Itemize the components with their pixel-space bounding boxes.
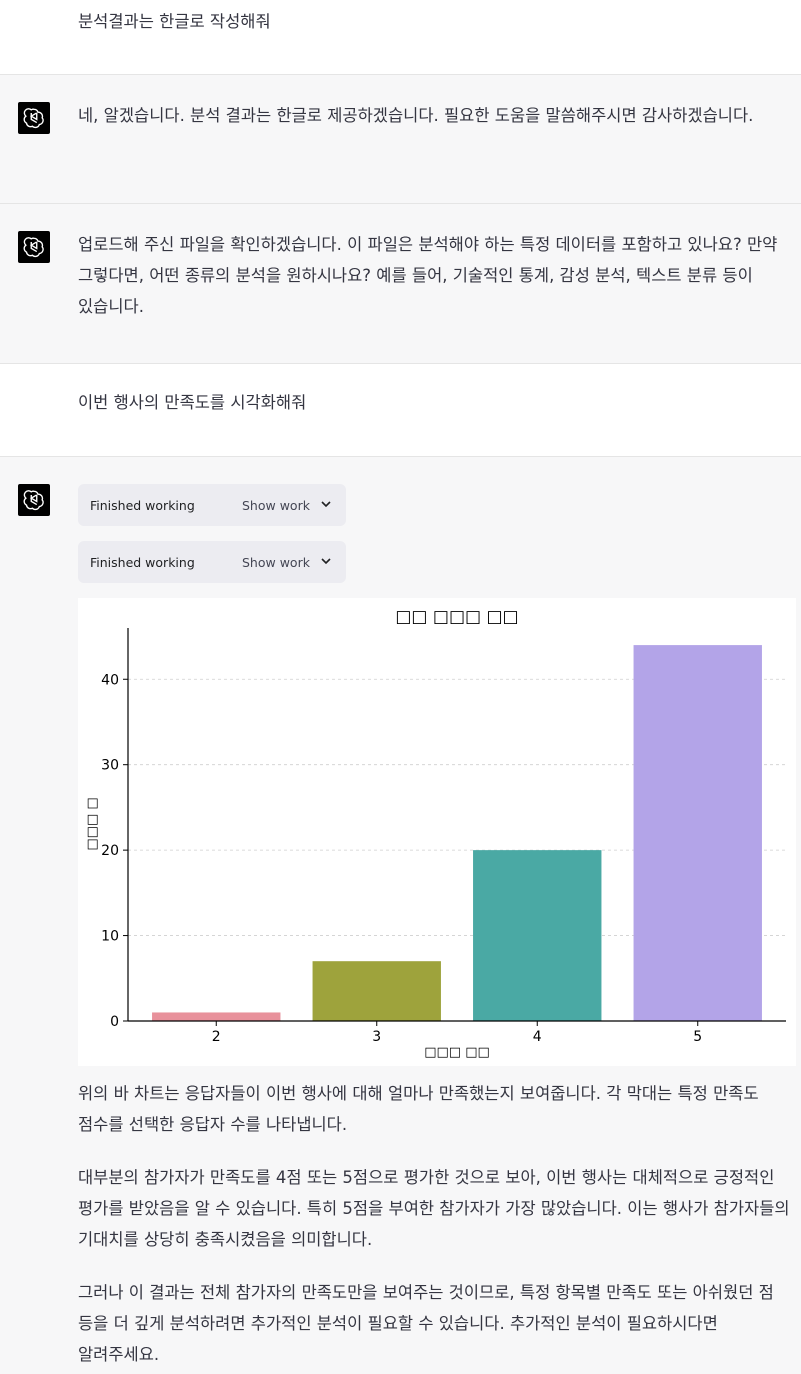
assistant-message: 네, 알겠습니다. 분석 결과는 한글로 제공하겠습니다. 필요한 도움을 말씀… xyxy=(0,75,801,203)
y-tick-label: 10 xyxy=(101,929,119,945)
chatgpt-logo-icon xyxy=(18,484,50,516)
response-paragraph: 위의 바 차트는 응답자들이 이번 행사에 대해 얼마나 만족했는지 보여줍니다… xyxy=(78,1084,759,1134)
chart-title: □□ □□□ □□ xyxy=(395,607,518,627)
x-tick-label: 2 xyxy=(212,1029,221,1045)
bar-2 xyxy=(152,1012,281,1021)
y-tick-label: 40 xyxy=(101,672,119,688)
user-message-text: 이번 행사의 만족도를 시각화해줘 xyxy=(78,393,307,412)
x-tick-label: 4 xyxy=(533,1029,542,1045)
show-work-button[interactable]: Show work xyxy=(242,498,310,513)
chevron-down-icon[interactable] xyxy=(319,554,333,568)
chevron-down-icon[interactable] xyxy=(319,497,333,511)
work-status-chip[interactable]: Finished working Show work xyxy=(78,541,346,583)
x-axis-label: □□□ □□ xyxy=(424,1045,490,1060)
bar-chart: 0 10 20 30 40 2 3 4 5 □□ □□□ □□ □□□ □□ □□□ □ xyxy=(85,607,786,1060)
bar-5 xyxy=(633,645,762,1021)
work-status-label: Finished working xyxy=(90,555,195,570)
work-status-label: Finished working xyxy=(90,498,195,513)
assistant-message-text: 업로드해 주신 파일을 확인하겠습니다. 이 파일은 분석해야 하는 특정 데이… xyxy=(78,235,778,316)
chart-image: 0 10 20 30 40 2 3 4 5 □□ □□□ □□ □□□ □□ □□□ □ xyxy=(78,598,796,1066)
response-paragraph: 그러나 이 결과는 전체 참가자의 만족도만을 보여주는 것이므로, 특정 항목… xyxy=(78,1283,774,1364)
user-message-text: 분석결과는 한글로 작성해줘 xyxy=(78,12,271,31)
show-work-button[interactable]: Show work xyxy=(242,555,310,570)
assistant-message: 업로드해 주신 파일을 확인하겠습니다. 이 파일은 분석해야 하는 특정 데이… xyxy=(0,204,801,363)
y-axis-label: □□□ □ xyxy=(85,797,100,850)
user-message: 이번 행사의 만족도를 시각화해줘 xyxy=(0,364,801,456)
user-message: 분석결과는 한글로 작성해줘 xyxy=(0,0,801,74)
x-tick-label: 3 xyxy=(372,1029,381,1045)
chatgpt-logo-icon xyxy=(18,102,50,134)
y-tick-label: 0 xyxy=(110,1014,119,1030)
y-tick-label: 20 xyxy=(101,843,119,859)
chatgpt-logo-icon xyxy=(18,231,50,263)
y-tick-label: 30 xyxy=(101,758,119,774)
response-paragraph: 대부분의 참가자가 만족도를 4점 또는 5점으로 평가한 것으로 보아, 이번… xyxy=(78,1168,790,1249)
bar-3 xyxy=(312,961,441,1021)
bar-4 xyxy=(473,850,602,1021)
x-tick-label: 5 xyxy=(693,1029,702,1045)
work-status-chip[interactable]: Finished working Show work xyxy=(78,484,346,526)
assistant-message-text: 네, 알겠습니다. 분석 결과는 한글로 제공하겠습니다. 필요한 도움을 말씀… xyxy=(78,106,754,125)
